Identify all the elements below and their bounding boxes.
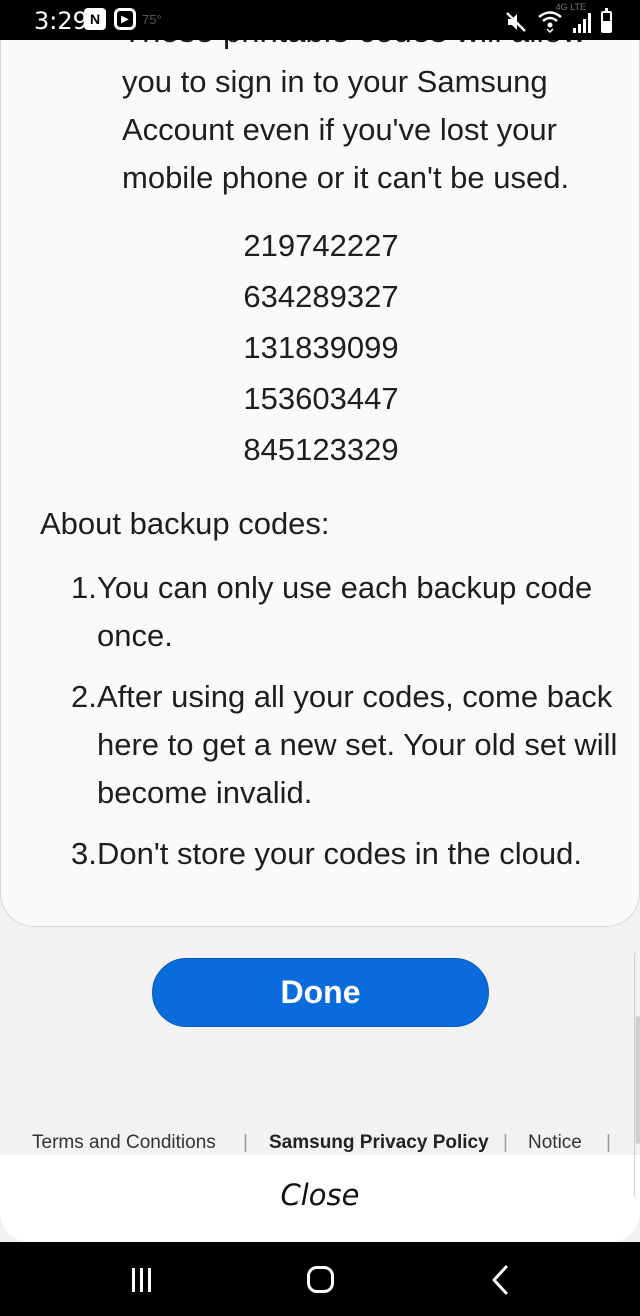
privacy-policy-link[interactable]: Samsung Privacy Policy (269, 1132, 489, 1154)
intro-line: you to sign in to your Samsung (122, 64, 548, 99)
backup-code: 131839099 (243, 330, 399, 365)
about-backup-codes-heading: About backup codes: (40, 506, 330, 541)
done-button[interactable]: Done (152, 958, 489, 1027)
status-bar: 3:29 N ▶ 75° 4G LTE (0, 0, 640, 40)
rule-item: 3. Don't store your codes in the cloud. (71, 830, 619, 878)
notice-link[interactable]: Notice (528, 1132, 582, 1154)
intro-line: mobile phone or it can't be used. (122, 160, 570, 195)
recent-apps-icon[interactable] (132, 1268, 151, 1292)
wifi-icon (538, 11, 562, 33)
close-button[interactable]: Close (0, 1178, 640, 1212)
footer-separator: | (606, 1132, 611, 1153)
backup-codes-card[interactable]: These printable codes will allow you to … (0, 40, 640, 927)
screen-record-icon: ▶ (114, 8, 136, 30)
rule-number: 3. (71, 836, 97, 871)
rule-text: After using all your codes, come back he… (97, 679, 618, 810)
backup-code-list: 219742227 634289327 131839099 153603447 … (1, 220, 639, 475)
scroll-edge-indicator (634, 950, 640, 1200)
navigation-bar (0, 1242, 640, 1316)
rule-number: 2. (71, 679, 97, 714)
close-sheet: Close (0, 1155, 640, 1242)
backup-code: 153603447 (243, 381, 399, 416)
back-icon[interactable] (490, 1264, 510, 1296)
rule-text: Don't store your codes in the cloud. (97, 836, 582, 871)
backup-code: 219742227 (243, 228, 399, 263)
intro-line: Account even if you've lost your (122, 112, 557, 147)
terms-and-conditions-link[interactable]: Terms and Conditions (32, 1132, 216, 1154)
backup-code: 634289327 (243, 279, 399, 314)
backup-code-rules: 1. You can only use each backup code onc… (71, 564, 619, 891)
signal-icon (573, 13, 591, 33)
battery-icon (601, 8, 612, 33)
home-icon[interactable] (307, 1266, 334, 1293)
status-system-icons (505, 7, 612, 33)
rule-item: 1. You can only use each backup code onc… (71, 564, 619, 660)
footer-separator: | (503, 1132, 508, 1153)
footer-separator: | (243, 1132, 248, 1153)
mute-icon (506, 12, 526, 32)
status-notification-icons: N ▶ 75° (84, 8, 162, 30)
footer-links: Terms and Conditions | Samsung Privacy P… (0, 1129, 640, 1157)
intro-text: you to sign in to your Samsung Account e… (122, 58, 602, 202)
intro-clipped-line: These printable codes will allow (122, 40, 586, 50)
rule-item: 2. After using all your codes, come back… (71, 673, 619, 817)
rule-text: You can only use each backup code once. (97, 570, 593, 653)
temperature-text: 75° (142, 11, 162, 27)
rule-number: 1. (71, 570, 97, 605)
backup-code: 845123329 (243, 432, 399, 467)
n-app-icon: N (84, 8, 106, 30)
status-time: 3:29 (34, 7, 88, 35)
